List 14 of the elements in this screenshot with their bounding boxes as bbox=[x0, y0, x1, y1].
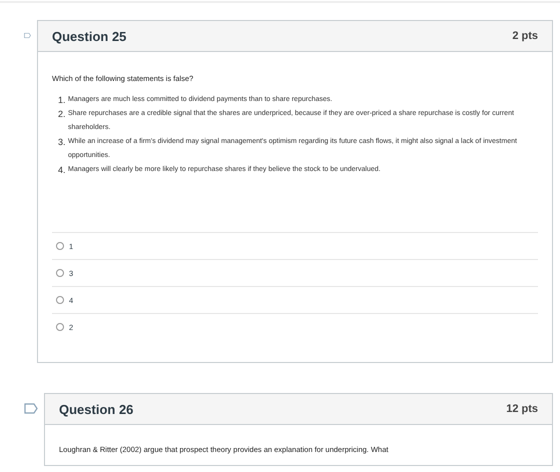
radio-button[interactable] bbox=[56, 296, 64, 304]
radio-button[interactable] bbox=[56, 269, 64, 277]
radio-button[interactable] bbox=[56, 242, 64, 250]
points: 12 pts bbox=[506, 403, 538, 415]
list-number: 2. bbox=[58, 108, 67, 121]
radio-button[interactable] bbox=[56, 323, 64, 331]
flag-icon[interactable] bbox=[24, 30, 31, 41]
question-title: Question 26 bbox=[59, 402, 134, 416]
points: 2 pts bbox=[512, 30, 538, 42]
list-number: 3. bbox=[58, 136, 67, 149]
list-number: 4. bbox=[58, 164, 67, 177]
list-number: 1. bbox=[58, 94, 67, 107]
flag-icon[interactable] bbox=[24, 403, 38, 414]
question-title: Question 25 bbox=[52, 28, 126, 44]
